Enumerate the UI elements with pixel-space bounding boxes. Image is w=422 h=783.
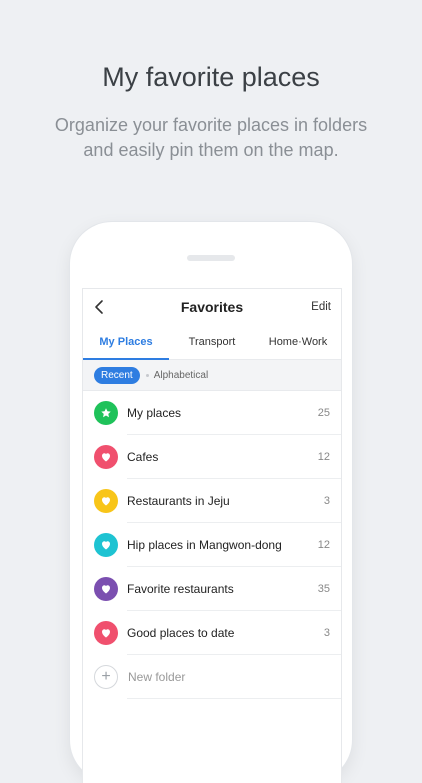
new-folder-label: New folder [128, 670, 186, 684]
folder-name: Favorite restaurants [127, 582, 234, 596]
folder-name: Cafes [127, 450, 159, 464]
nav-bar: Favorites Edit [83, 289, 341, 325]
folder-badge [94, 401, 118, 425]
tab-my-places[interactable]: My Places [83, 325, 169, 360]
folder-row[interactable]: Good places to date 3 [83, 611, 341, 655]
folder-badge [94, 445, 118, 469]
folder-row[interactable]: My places 25 [83, 391, 341, 435]
folder-list: My places 25 Cafes 12 Restaurants in Jej… [83, 391, 341, 699]
tab-bar: My Places Transport Home·Work [83, 325, 341, 360]
folder-row[interactable]: Hip places in Mangwon-dong 12 [83, 523, 341, 567]
edit-button[interactable]: Edit [311, 301, 331, 313]
promo-subtitle-line-2: and easily pin them on the map. [83, 140, 339, 160]
folder-badge [94, 577, 118, 601]
sort-recent-button[interactable]: Recent [94, 366, 140, 384]
folder-count: 3 [323, 627, 330, 639]
heart-icon [102, 585, 110, 594]
folder-row[interactable]: Favorite restaurants 35 [83, 567, 341, 611]
tab-home-work[interactable]: Home·Work [255, 325, 341, 359]
folder-badge [94, 533, 118, 557]
folder-row[interactable]: Restaurants in Jeju 3 [83, 479, 341, 523]
folder-count: 3 [323, 495, 330, 507]
promo-subtitle: Organize your favorite places in folders… [0, 113, 422, 163]
back-chevron-icon[interactable] [91, 298, 109, 316]
sort-alphabetical-button[interactable]: Alphabetical [154, 370, 208, 381]
heart-icon [102, 541, 110, 550]
heart-icon [102, 497, 110, 506]
folder-count: 12 [317, 451, 330, 463]
folder-name: Hip places in Mangwon-dong [127, 538, 282, 552]
folder-badge [94, 489, 118, 513]
phone-speaker [187, 255, 235, 261]
folder-row[interactable]: Cafes 12 [83, 435, 341, 479]
plus-icon: + [94, 665, 118, 689]
folder-count: 35 [317, 583, 330, 595]
app-screen: Favorites Edit My Places Transport Home·… [82, 288, 342, 783]
folder-count: 12 [317, 539, 330, 551]
sort-bar: Recent Alphabetical [83, 360, 341, 391]
promo-subtitle-line-1: Organize your favorite places in folders [54, 115, 368, 135]
folder-name: Restaurants in Jeju [127, 494, 230, 508]
folder-badge [94, 621, 118, 645]
phone-frame: Favorites Edit My Places Transport Home·… [70, 222, 352, 783]
sort-separator [145, 373, 149, 377]
folder-name: Good places to date [127, 626, 235, 640]
heart-icon [102, 453, 110, 462]
star-icon [101, 408, 111, 418]
new-folder-button[interactable]: + New folder [83, 655, 341, 699]
heart-icon [102, 629, 110, 638]
promo-title: My favorite places [102, 62, 320, 92]
nav-title: Favorites [180, 299, 244, 315]
folder-name: My places [127, 406, 182, 420]
tab-transport[interactable]: Transport [169, 325, 255, 359]
folder-count: 25 [317, 407, 330, 419]
